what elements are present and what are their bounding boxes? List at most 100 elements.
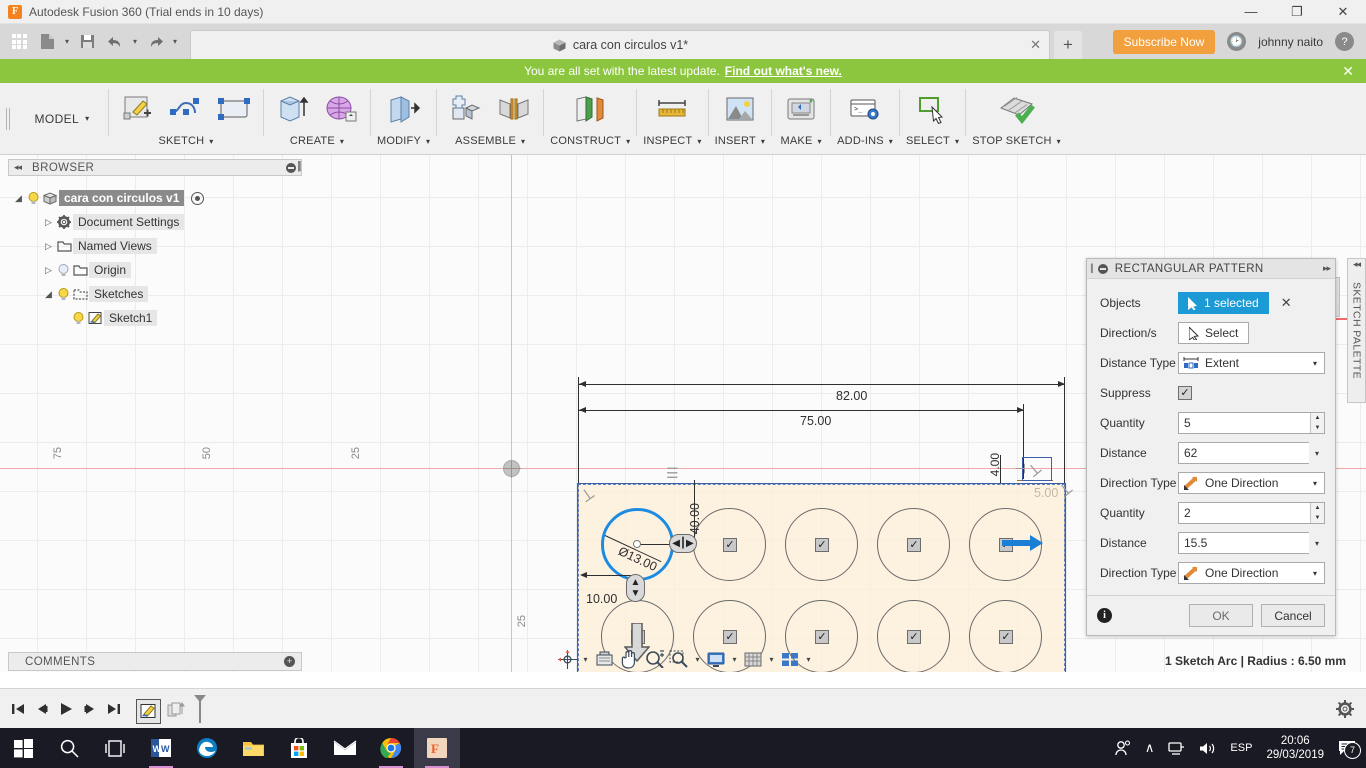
mail-icon[interactable] [322, 728, 368, 768]
dialog-grip-icon[interactable]: ||| [1090, 263, 1094, 274]
ribbon-group-assemble-label[interactable]: ASSEMBLE ▾ [455, 131, 525, 151]
objects-select-button[interactable]: 1 selected [1178, 292, 1269, 314]
directions-select-button[interactable]: Select [1178, 322, 1250, 344]
direction-type1-caret-icon[interactable]: ▾ [1313, 479, 1320, 488]
viewports-caret-icon[interactable]: ▾ [804, 648, 813, 670]
banner-close-icon[interactable]: ✕ [1342, 63, 1354, 80]
document-tab-close-icon[interactable]: ✕ [1030, 37, 1041, 53]
look-at-icon[interactable] [593, 648, 615, 670]
ribbon-group-make-label[interactable]: MAKE ▾ [781, 131, 822, 151]
new-file-icon[interactable] [34, 29, 60, 55]
scripts-addins-icon[interactable]: >_ [842, 87, 888, 131]
ribbon-group-inspect-label[interactable]: INSPECT ▾ [643, 131, 701, 151]
create-form-icon[interactable] [318, 87, 364, 131]
username-label[interactable]: johnny naito [1258, 35, 1323, 49]
direction-arrow-blue[interactable] [1002, 534, 1044, 552]
clock-icon[interactable]: 🕑 [1227, 32, 1247, 51]
tree-node-sketch1[interactable]: Sketch1 [12, 306, 302, 330]
pattern-checkbox-r1c2[interactable]: ✓ [723, 538, 737, 552]
horizontal-drag-handle[interactable]: ◀┃▶ [669, 534, 697, 553]
chrome-icon[interactable] [368, 728, 414, 768]
undo-caret-icon[interactable]: ▾ [130, 29, 140, 55]
visibility-bulb-icon-root[interactable] [25, 191, 41, 205]
tree-label-sketches[interactable]: Sketches [89, 286, 149, 302]
tree-label-document-settings[interactable]: Document Settings [73, 214, 185, 230]
go-to-beginning-icon[interactable] [6, 697, 30, 721]
dialog-minimize-icon[interactable] [1097, 263, 1108, 274]
subscribe-now-button[interactable]: Subscribe Now [1112, 29, 1216, 54]
ribbon-group-insert-label[interactable]: INSERT ▾ [715, 131, 766, 151]
pattern-checkbox-r2c4[interactable]: ✓ [907, 630, 921, 644]
redo-icon[interactable] [142, 29, 168, 55]
new-tab-button[interactable]: + [1054, 31, 1082, 59]
tree-node-sketches[interactable]: ◢ Sketches [12, 282, 302, 306]
sketch-rectangle-icon[interactable] [211, 87, 257, 131]
word-icon[interactable]: WW [138, 728, 184, 768]
info-icon[interactable]: i [1097, 608, 1112, 623]
visibility-bulb-icon-sketch1[interactable] [70, 311, 86, 325]
zoom-icon[interactable] [643, 648, 665, 670]
origin-point[interactable] [503, 460, 521, 478]
tree-label-sketch1[interactable]: Sketch1 [104, 310, 158, 326]
distance-type-dropdown[interactable]: Extent ▾ [1178, 352, 1325, 374]
workspace-selector[interactable]: MODEL ▾ [16, 83, 108, 154]
undo-icon[interactable] [102, 29, 128, 55]
visibility-bulb-icon-sketches[interactable] [55, 287, 71, 301]
timeline-settings-gear-icon[interactable] [1336, 699, 1354, 718]
direction-type1-dropdown[interactable]: One Direction ▾ [1178, 472, 1325, 494]
ribbon-group-construct-label[interactable]: CONSTRUCT ▾ [550, 131, 630, 151]
ribbon-group-sketch-label[interactable]: SKETCH ▾ [158, 131, 213, 151]
network-icon[interactable] [1168, 741, 1185, 756]
extrude-icon[interactable] [270, 87, 316, 131]
measure-icon[interactable] [649, 87, 695, 131]
browser-resize-grip[interactable]: ||| [297, 160, 301, 172]
quantity2-stepper[interactable]: ▲ ▼ [1310, 503, 1324, 523]
tree-expand-icon-named-views[interactable]: ▷ [42, 241, 55, 252]
timeline-marker[interactable] [192, 694, 208, 724]
sketch-palette-collapse-icon[interactable]: ◂◂ [1348, 259, 1365, 274]
sketch-spline-icon[interactable] [163, 87, 209, 131]
new-component-icon[interactable] [443, 87, 489, 131]
apps-grid-icon[interactable] [6, 29, 32, 55]
tree-node-root[interactable]: ◢ cara con circulos v1 [12, 186, 302, 210]
select-icon[interactable] [910, 87, 956, 131]
ribbon-group-select-label[interactable]: SELECT ▾ [906, 131, 959, 151]
show-hidden-icons[interactable]: ∧ [1145, 740, 1155, 756]
distance1-value[interactable]: 62 [1179, 446, 1309, 460]
dialog-title-bar[interactable]: ||| RECTANGULAR PATTERN ▸▸ [1087, 259, 1335, 279]
distance-type-caret-icon[interactable]: ▾ [1313, 359, 1320, 368]
tree-node-document-settings[interactable]: ▷ Document Settings [12, 210, 302, 234]
timeline-node-pattern[interactable] [163, 699, 188, 724]
zoom-window-icon[interactable] [668, 648, 690, 670]
volume-icon[interactable] [1199, 741, 1216, 756]
grid-snaps-icon[interactable] [742, 648, 764, 670]
ribbon-group-addins-label[interactable]: ADD-INS ▾ [837, 131, 893, 151]
activate-component-radio[interactable] [191, 191, 205, 205]
zoom-window-caret-icon[interactable]: ▾ [693, 648, 702, 670]
tree-label-named-views[interactable]: Named Views [73, 238, 157, 254]
pattern-checkbox-r2c3[interactable]: ✓ [815, 630, 829, 644]
timeline-node-sketch1[interactable] [136, 698, 161, 724]
rectangular-pattern-dialog[interactable]: ||| RECTANGULAR PATTERN ▸▸ Objects 1 sel… [1086, 258, 1336, 636]
coincident-constraint-icon[interactable]: ☰ [666, 465, 678, 482]
quantity1-stepper[interactable]: ▲ ▼ [1310, 413, 1324, 433]
maximize-button[interactable]: ❐ [1274, 0, 1320, 24]
start-icon[interactable] [0, 728, 46, 768]
visibility-bulb-icon-origin[interactable] [55, 263, 71, 277]
constraint-icon-tr3[interactable]: ⟂ [1013, 463, 1030, 473]
tree-expand-icon-sketches[interactable]: ◢ [42, 289, 55, 300]
tree-expand-icon-root[interactable]: ◢ [12, 193, 25, 204]
tree-expand-icon-document-settings[interactable]: ▷ [42, 217, 55, 228]
notifications-icon[interactable]: 7 [1338, 740, 1361, 759]
comments-add-icon[interactable]: + [284, 656, 295, 667]
insert-image-icon[interactable] [717, 87, 763, 131]
tree-label-origin[interactable]: Origin [89, 262, 132, 278]
suppress-checkbox[interactable]: ✓ [1178, 386, 1192, 400]
comments-panel-header[interactable]: COMMENTS + [8, 652, 302, 671]
step-forward-icon[interactable] [78, 697, 102, 721]
pattern-checkbox-r2c5[interactable]: ✓ [999, 630, 1013, 644]
ribbon-group-stop-sketch-label[interactable]: STOP SKETCH ▾ [972, 131, 1061, 151]
dimension-75[interactable]: 75.00 [800, 414, 831, 428]
display-settings-caret-icon[interactable]: ▾ [730, 648, 739, 670]
distance2-value[interactable]: 15.5 [1179, 536, 1309, 550]
